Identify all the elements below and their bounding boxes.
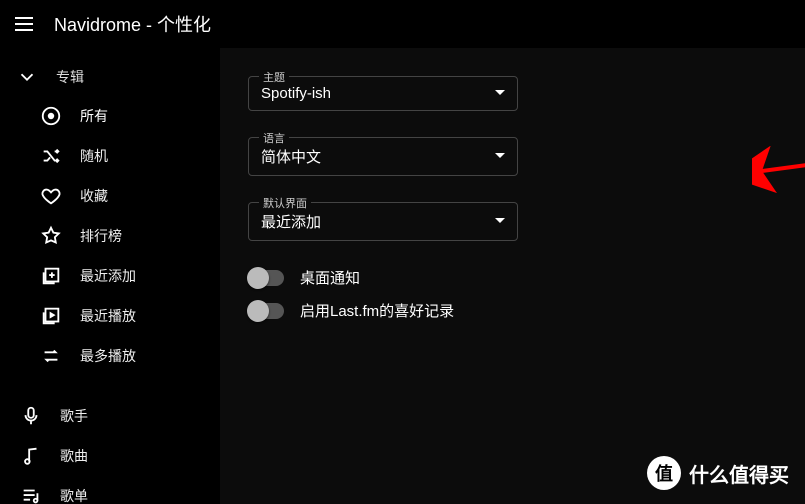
- sidebar-item-shuffle[interactable]: 随机: [0, 136, 220, 176]
- main-panel: 主题 Spotify-ish 语言 简体中文 默认界面 最近添加 桌面通知: [220, 48, 805, 504]
- hamburger-icon: [12, 12, 36, 36]
- radio-icon: [40, 105, 62, 127]
- sidebar-item-toprated[interactable]: 排行榜: [0, 216, 220, 256]
- lastfm-label: 启用Last.fm的喜好记录: [300, 300, 454, 321]
- caret-down-icon: [495, 153, 505, 158]
- music-note-icon: [20, 445, 42, 467]
- theme-select[interactable]: 主题 Spotify-ish: [248, 76, 518, 111]
- heart-icon: [40, 185, 62, 207]
- sidebar-item-recentlyplayed[interactable]: 最近播放: [0, 296, 220, 336]
- defaultview-label: 默认界面: [259, 195, 311, 211]
- caret-down-icon: [495, 218, 505, 223]
- sidebar-item-label: 歌单: [60, 486, 88, 504]
- sidebar-item-songs[interactable]: 歌曲: [0, 436, 220, 476]
- sidebar-item-label: 歌曲: [60, 446, 88, 466]
- page-title: Navidrome - 个性化: [54, 11, 211, 37]
- sidebar-item-mostplayed[interactable]: 最多播放: [0, 336, 220, 376]
- shuffle-icon: [40, 145, 62, 167]
- lastfm-row: 启用Last.fm的喜好记录: [248, 300, 777, 321]
- desktop-notifications-row: 桌面通知: [248, 267, 777, 288]
- sidebar-item-label: 排行榜: [80, 226, 122, 246]
- sidebar-item-recentlyadded[interactable]: 最近添加: [0, 256, 220, 296]
- sidebar-item-label: 所有: [80, 106, 108, 126]
- mic-icon: [20, 405, 42, 427]
- theme-field: 主题 Spotify-ish: [248, 76, 518, 111]
- sidebar-item-label: 随机: [80, 146, 108, 166]
- language-value: 简体中文: [261, 146, 321, 167]
- sidebar-item-playlists[interactable]: 歌单: [0, 476, 220, 504]
- menu-toggle-button[interactable]: [12, 12, 36, 36]
- language-field: 语言 简体中文: [248, 137, 518, 176]
- queue-music-icon: [20, 485, 42, 504]
- sidebar-item-label: 收藏: [80, 186, 108, 206]
- caret-down-icon: [495, 90, 505, 95]
- watermark: 值 什么值得买: [647, 456, 789, 490]
- sidebar-item-label: 最多播放: [80, 346, 136, 366]
- sidebar: 专辑 所有 随机 收藏 排行榜: [0, 48, 220, 504]
- defaultview-field: 默认界面 最近添加: [248, 202, 518, 241]
- theme-label: 主题: [259, 69, 289, 85]
- repeat-icon: [40, 345, 62, 367]
- desktop-notifications-label: 桌面通知: [300, 267, 360, 288]
- theme-value: Spotify-ish: [261, 85, 331, 102]
- chevron-down-icon: [16, 66, 38, 88]
- sidebar-group-albums[interactable]: 专辑: [0, 58, 220, 96]
- language-label: 语言: [259, 130, 289, 146]
- sidebar-item-label: 最近播放: [80, 306, 136, 326]
- sidebar-item-artists[interactable]: 歌手: [0, 396, 220, 436]
- library-add-icon: [40, 265, 62, 287]
- defaultview-select[interactable]: 默认界面 最近添加: [248, 202, 518, 241]
- sidebar-item-label: 歌手: [60, 406, 88, 426]
- desktop-notifications-toggle[interactable]: [248, 270, 284, 286]
- annotation-arrow-icon: [752, 146, 805, 286]
- star-icon: [40, 225, 62, 247]
- language-select[interactable]: 语言 简体中文: [248, 137, 518, 176]
- library-play-icon: [40, 305, 62, 327]
- sidebar-group-label: 专辑: [56, 67, 84, 87]
- sidebar-item-label: 最近添加: [80, 266, 136, 286]
- watermark-badge: 值: [647, 456, 681, 490]
- sidebar-item-all[interactable]: 所有: [0, 96, 220, 136]
- app-header: Navidrome - 个性化: [0, 0, 805, 48]
- sidebar-item-favorites[interactable]: 收藏: [0, 176, 220, 216]
- watermark-text: 什么值得买: [689, 459, 789, 488]
- defaultview-value: 最近添加: [261, 211, 321, 232]
- lastfm-toggle[interactable]: [248, 303, 284, 319]
